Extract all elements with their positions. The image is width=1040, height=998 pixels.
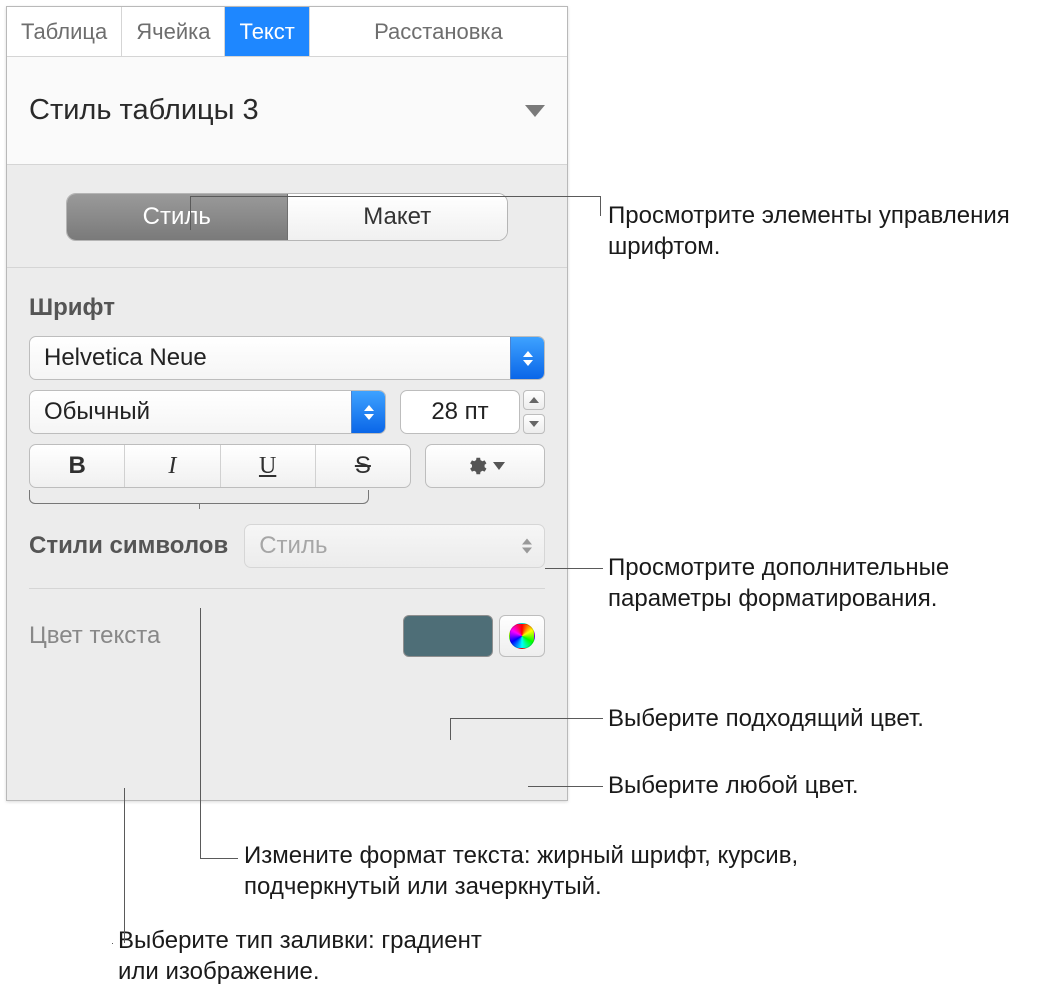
annotation-leader [450, 718, 603, 719]
paragraph-style-row[interactable]: Стиль таблицы 3 [7, 57, 567, 165]
character-style-select[interactable]: Стиль [244, 524, 545, 568]
annotation-leader [112, 943, 113, 944]
chevron-down-icon [525, 105, 545, 117]
text-color-dropdown[interactable]: Цвет текста [29, 622, 166, 650]
annotation-text: Просмотрите дополнительные параметры фор… [608, 552, 1028, 614]
tab-cell[interactable]: Ячейка [122, 7, 225, 56]
panel-tabs: Таблица Ячейка Текст Расстановка [7, 7, 567, 57]
tab-arrangement[interactable]: Расстановка [310, 7, 567, 56]
annotation-text: Просмотрите элементы управления шрифтом. [608, 200, 1018, 262]
chevron-down-icon [493, 462, 505, 470]
inspector-panel: Таблица Ячейка Текст Расстановка Стиль т… [6, 6, 568, 801]
tab-text[interactable]: Текст [225, 7, 309, 56]
font-section: Шрифт Helvetica Neue Обычный 28 пт [7, 268, 567, 504]
font-family-select[interactable]: Helvetica Neue [29, 336, 545, 380]
italic-button[interactable]: I [125, 445, 220, 487]
annotation-text: Выберите любой цвет. [608, 770, 1028, 801]
strikethrough-button[interactable]: S [316, 445, 410, 487]
advanced-format-button[interactable] [425, 444, 545, 488]
annotation-leader [200, 608, 201, 858]
tab-table[interactable]: Таблица [7, 7, 122, 56]
font-size-group: 28 пт [400, 390, 545, 434]
color-wheel-icon [509, 623, 535, 649]
annotation-leader [124, 788, 125, 943]
text-style-group: B I U S [29, 444, 411, 488]
annotation-leader [545, 568, 603, 569]
segment-layout[interactable]: Макет [288, 194, 508, 240]
font-weight-value: Обычный [44, 398, 150, 426]
underline-button[interactable]: U [221, 445, 316, 487]
paragraph-style-name: Стиль таблицы 3 [29, 94, 525, 127]
font-size-stepper [523, 390, 545, 434]
character-styles-row: Стили символов Стиль [29, 524, 545, 589]
annotation-text: Выберите тип заливки: градиент или изобр… [118, 925, 518, 987]
sub-tabs-row: Стиль Макет [7, 165, 567, 268]
character-styles-label: Стили символов [29, 532, 228, 560]
font-size-step-up[interactable] [523, 390, 545, 410]
annotation-leader [600, 196, 601, 216]
font-size-step-down[interactable] [523, 414, 545, 434]
annotation-leader [190, 196, 191, 230]
color-wheel-button[interactable] [499, 615, 545, 657]
annotation-text: Выберите подходящий цвет. [608, 703, 1028, 734]
select-spinner-icon [351, 391, 385, 433]
font-section-label: Шрифт [29, 294, 545, 322]
annotation-leader [190, 196, 600, 197]
annotation-leader [200, 858, 238, 859]
style-layout-segmented: Стиль Макет [66, 193, 508, 241]
character-style-placeholder: Стиль [259, 532, 327, 560]
annotation-text: Измените формат текста: жирный шрифт, ку… [244, 840, 804, 902]
text-color-row: Цвет текста [29, 615, 545, 657]
gear-icon [465, 455, 487, 477]
annotation-leader [450, 718, 451, 740]
font-family-value: Helvetica Neue [44, 344, 207, 372]
text-color-label: Цвет текста [29, 622, 160, 650]
font-size-input[interactable]: 28 пт [400, 390, 520, 434]
bold-button[interactable]: B [30, 445, 125, 487]
brace-under-bius [29, 490, 369, 504]
color-swatch-button[interactable] [403, 615, 493, 657]
select-spinner-icon [510, 337, 544, 379]
font-weight-select[interactable]: Обычный [29, 390, 386, 434]
annotation-leader [528, 786, 603, 787]
segment-style[interactable]: Стиль [67, 194, 288, 240]
